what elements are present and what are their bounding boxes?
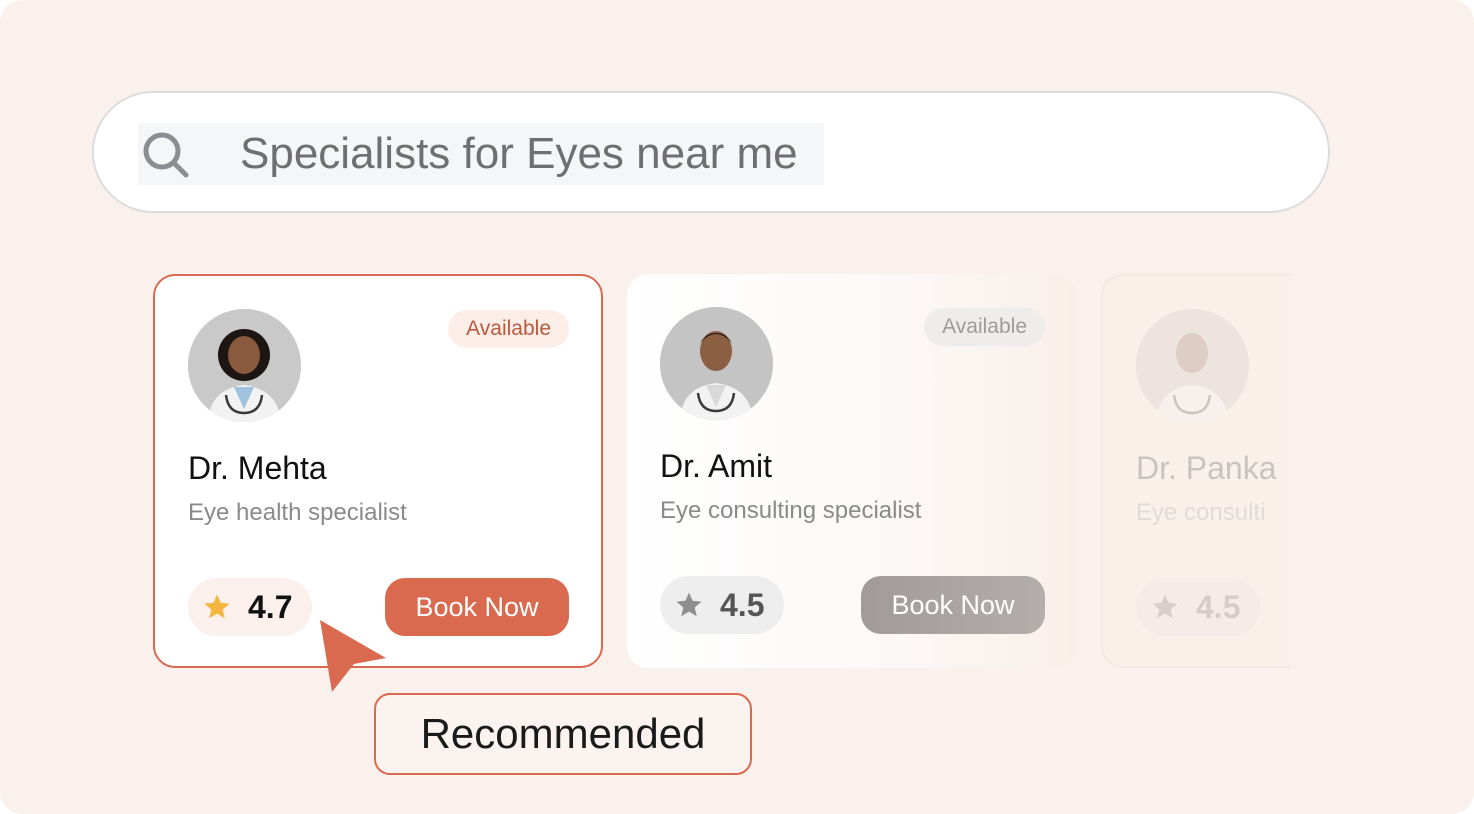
doctor-card-amit[interactable]: Available Dr. Amit Eye consulting specia… bbox=[627, 274, 1077, 668]
doctor-specialty: Eye consulting specialist bbox=[660, 497, 922, 524]
book-now-button[interactable]: Book Now bbox=[861, 576, 1045, 634]
doctor-specialty: Eye health specialist bbox=[188, 499, 407, 526]
doctor-name: Dr. Panka bbox=[1136, 450, 1277, 486]
avatar bbox=[188, 309, 301, 422]
status-badge: Available bbox=[448, 310, 569, 348]
star-icon bbox=[676, 592, 702, 617]
recommended-label: Recommended bbox=[374, 693, 752, 775]
search-input[interactable]: Specialists for Eyes near me bbox=[240, 129, 798, 179]
book-now-button[interactable]: Book Now bbox=[385, 578, 569, 636]
doctor-name: Dr. Mehta bbox=[188, 450, 327, 486]
search-bar[interactable]: Specialists for Eyes near me bbox=[92, 91, 1330, 213]
avatar bbox=[660, 307, 773, 420]
rating-value: 4.5 bbox=[720, 587, 765, 623]
cursor-pointer-icon bbox=[320, 620, 386, 692]
status-badge: Available bbox=[924, 308, 1045, 346]
doctor-name: Dr. Amit bbox=[660, 448, 773, 484]
doctor-specialty: Eye consulti bbox=[1136, 499, 1266, 526]
rating-pill: 4.5 bbox=[660, 576, 784, 634]
rating-value: 4.5 bbox=[1196, 589, 1241, 625]
rating-value: 4.7 bbox=[248, 589, 293, 625]
rating-pill: 4.5 bbox=[1136, 578, 1260, 636]
rating-pill: 4.7 bbox=[188, 578, 312, 636]
doctor-card-panka[interactable]: Dr. Panka Eye consulti 4.5 bbox=[1101, 274, 1291, 668]
star-icon bbox=[204, 594, 230, 619]
star-icon bbox=[1152, 594, 1178, 619]
search-icon bbox=[143, 132, 189, 178]
page-background: Specialists for Eyes near me Available D… bbox=[0, 0, 1474, 814]
avatar bbox=[1136, 309, 1249, 422]
doctor-card-mehta[interactable]: Available Dr. Mehta Eye health specialis… bbox=[153, 274, 603, 668]
